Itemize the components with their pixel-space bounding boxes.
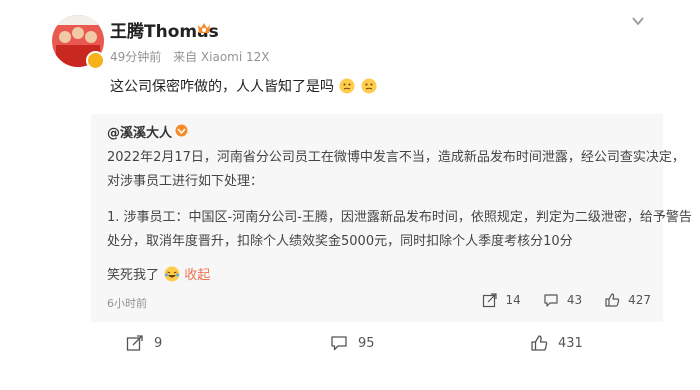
comment-count: 95 — [358, 335, 375, 351]
repost-time: 6小时前 — [107, 297, 147, 310]
repost-comment-button[interactable]: 43 — [543, 292, 582, 308]
repost-forward-count: 14 — [505, 293, 521, 307]
post-text-content: 这公司保密咋做的，人人皆知了是吗 — [110, 79, 334, 95]
vip-badge-icon — [175, 124, 188, 137]
thumbs-up-icon — [605, 293, 620, 307]
repost-like-count: 427 — [628, 293, 651, 307]
thinking-face-emoji-icon — [339, 78, 355, 94]
vip-badge-icon — [198, 23, 210, 33]
repost-comment-count: 43 — [566, 293, 583, 307]
reposted-weibo[interactable]: @溪溪大人 2022年2月17日，河南省分公司员工在微博中发言不当，造成新品发布… — [91, 114, 692, 322]
chevron-down-icon[interactable] — [631, 14, 645, 28]
post-text: 这公司保密咋做的，人人皆知了是吗 — [110, 76, 377, 96]
laughing-crying-emoji-icon — [164, 266, 180, 282]
forward-count: 9 — [154, 335, 163, 351]
repost-author[interactable]: @溪溪大人 — [107, 122, 172, 141]
forward-icon — [126, 335, 143, 351]
forward-button[interactable]: 9 — [126, 334, 162, 352]
post-meta: 49分钟前 来自 Xiaomi 12X — [110, 48, 270, 65]
thinking-face-emoji-icon — [361, 78, 377, 94]
thumbs-up-icon — [531, 335, 548, 351]
verified-badge-icon — [86, 51, 105, 70]
repost-footer-text: 笑死我了 — [107, 268, 160, 283]
like-count: 431 — [558, 335, 583, 351]
repost-text-line: 处分，取消年度晋升，扣除个人绩效奖金5000元，同时扣除个人季度考核分10分 — [107, 234, 573, 249]
repost-forward-button[interactable]: 14 — [482, 292, 521, 308]
forward-icon — [482, 293, 497, 308]
post-source[interactable]: 来自 Xiaomi 12X — [173, 50, 269, 64]
collapse-link[interactable]: 收起 — [184, 268, 210, 283]
repost-like-button[interactable]: 427 — [604, 292, 651, 308]
comment-icon — [331, 336, 347, 351]
like-button[interactable]: 431 — [530, 334, 583, 352]
post-time: 49分钟前 — [110, 50, 162, 64]
repost-action-bar: 14 43 427 — [460, 292, 651, 308]
repost-text-line: 2022年2月17日，河南省分公司员工在微博中发言不当，造成新品发布时间泄露，经… — [107, 150, 685, 165]
repost-footer: 笑死我了 收起 — [107, 264, 210, 283]
repost-text-line: 对涉事员工进行如下处理： — [107, 174, 264, 189]
repost-text-line: 1. 涉事员工：中国区-河南分公司-王腾，因泄露新品发布时间，依照规定，判定为二… — [107, 210, 692, 225]
comment-icon — [544, 294, 558, 307]
post-action-bar: 9 95 431 — [126, 334, 596, 358]
comment-button[interactable]: 95 — [330, 334, 375, 352]
